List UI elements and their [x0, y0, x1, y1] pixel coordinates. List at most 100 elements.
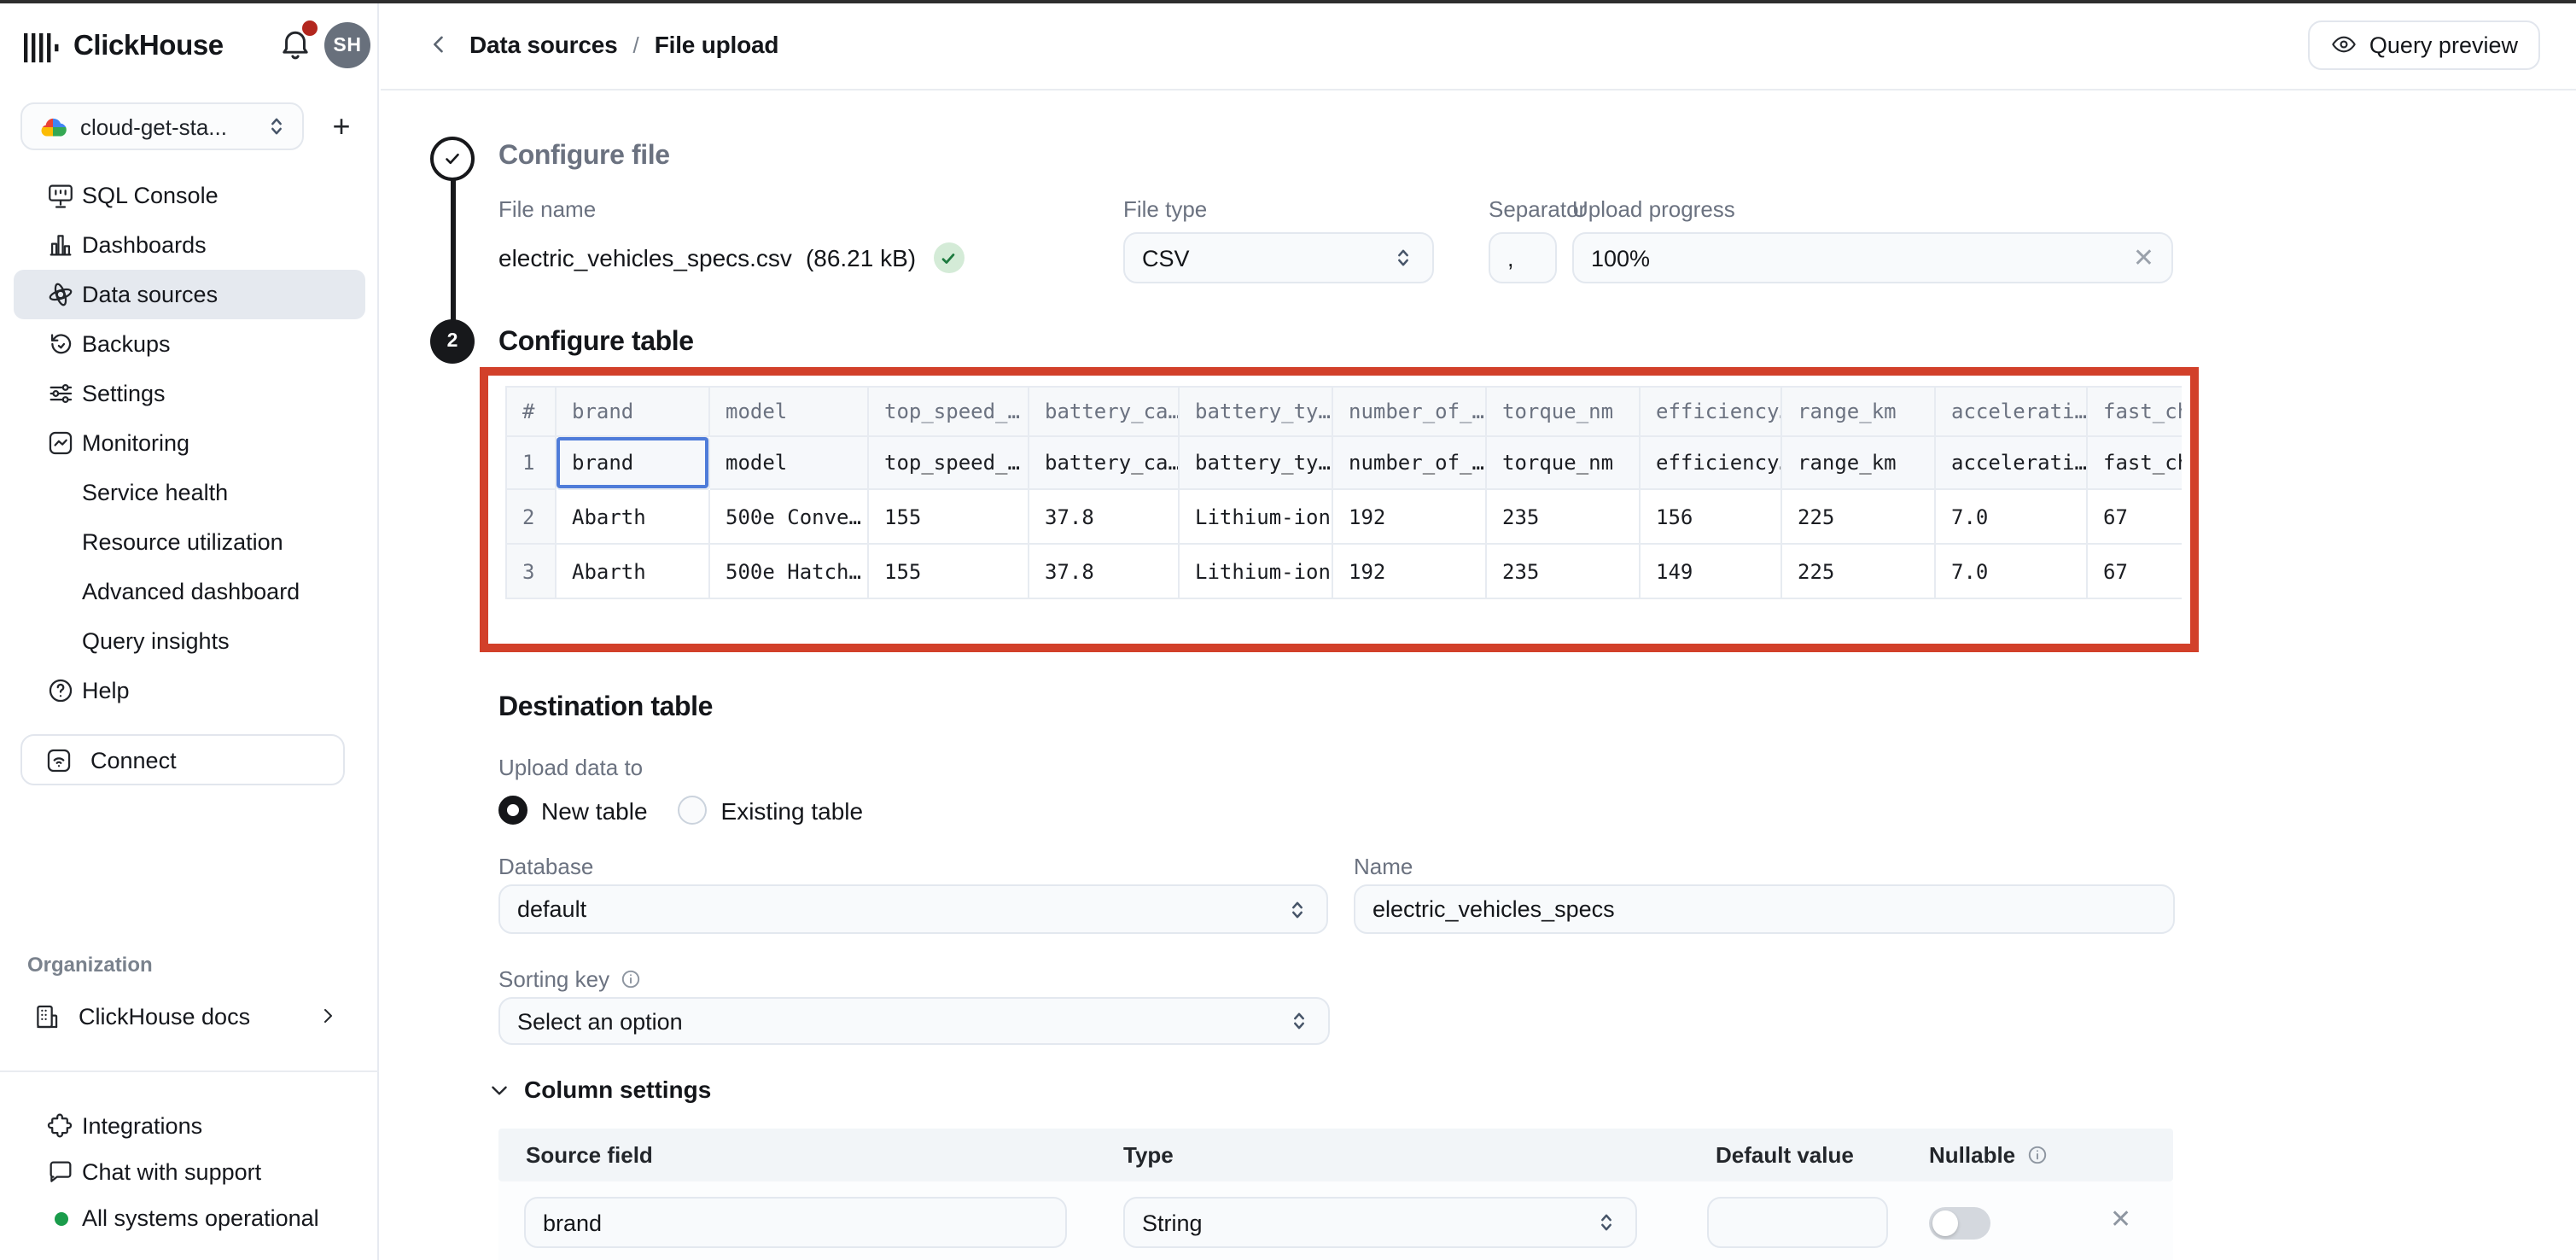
cell[interactable]: Lithium-ion [1180, 490, 1333, 545]
default-value-wrap [1707, 1197, 1888, 1248]
sidebar-item-label: Data sources [82, 282, 218, 307]
source-field-input[interactable] [526, 1199, 1065, 1246]
cell[interactable]: 67 [2088, 490, 2182, 545]
sql-console-icon [46, 181, 75, 210]
cell[interactable]: battery_ca… [1029, 437, 1180, 490]
sidebar-item-label: Resource utilization [82, 529, 283, 555]
table-name-input[interactable] [1355, 886, 2173, 932]
cell[interactable]: 192 [1333, 490, 1487, 545]
cell[interactable]: top_speed_… [869, 437, 1029, 490]
cell[interactable]: brand [557, 437, 710, 490]
sidebar-item-label: Chat with support [82, 1159, 261, 1185]
cell[interactable]: accelerati… [1936, 437, 2088, 490]
upload-progress-value: 100% [1591, 245, 1650, 271]
cell[interactable]: model [710, 437, 869, 490]
service-selector[interactable]: cloud-get-sta... [20, 102, 304, 150]
sidebar-item-advanced-dashboard[interactable]: Advanced dashboard [14, 567, 365, 616]
sidebar-item-integrations[interactable]: Integrations [14, 1103, 365, 1149]
cell[interactable]: 37.8 [1029, 545, 1180, 599]
default-value-input[interactable] [1709, 1199, 1886, 1246]
service-selector-value: cloud-get-sta... [80, 114, 265, 139]
configure-table-title: Configure table [498, 328, 694, 359]
breadcrumb-data-sources[interactable]: Data sources [469, 31, 617, 58]
cell[interactable]: 192 [1333, 545, 1487, 599]
cell[interactable]: 7.0 [1936, 545, 2088, 599]
sidebar-item-dashboards[interactable]: Dashboards [14, 220, 365, 270]
logo-text: ClickHouse [73, 31, 224, 63]
step-2-indicator: 2 [430, 319, 475, 364]
cell[interactable]: 155 [869, 545, 1029, 599]
type-select[interactable]: String [1123, 1197, 1637, 1248]
sidebar-item-clickhouse-docs[interactable]: ClickHouse docs [14, 995, 365, 1036]
column-settings-toggle[interactable]: Column settings [488, 1076, 711, 1103]
clickhouse-logo-icon [24, 32, 60, 62]
cell[interactable]: 37.8 [1029, 490, 1180, 545]
cell[interactable]: torque_nm [1487, 437, 1641, 490]
chevron-updown-icon [265, 114, 288, 138]
cell[interactable]: 235 [1487, 490, 1641, 545]
add-service-button[interactable]: + [318, 102, 365, 150]
close-icon[interactable]: ✕ [2133, 245, 2154, 271]
window-top-edge [0, 0, 2576, 3]
cell[interactable]: number_of_… [1333, 437, 1487, 490]
column-settings-header: Source field Type Default value Nullable [498, 1129, 2173, 1181]
eye-icon [2330, 31, 2357, 58]
radio-existing-table[interactable] [679, 796, 708, 825]
cell[interactable]: 67 [2088, 545, 2182, 599]
file-name-value: electric_vehicles_specs.csv [498, 244, 792, 271]
cell[interactable]: efficiency… [1641, 437, 1782, 490]
connect-button[interactable]: Connect [20, 734, 345, 785]
settings-icon [46, 379, 75, 408]
cell[interactable]: Lithium-ion [1180, 545, 1333, 599]
cell[interactable]: Abarth [557, 545, 710, 599]
cell[interactable]: Abarth [557, 490, 710, 545]
file-type-select[interactable]: CSV [1123, 232, 1434, 283]
cell[interactable]: 149 [1641, 545, 1782, 599]
separator-input[interactable]: , [1489, 232, 1557, 283]
sorting-key-select[interactable]: Select an option [498, 997, 1330, 1045]
info-icon[interactable] [2025, 1144, 2048, 1166]
cell[interactable]: 500e Hatch… [710, 545, 869, 599]
sidebar-item-service-health[interactable]: Service health [14, 468, 365, 517]
docs-label: ClickHouse docs [79, 1003, 250, 1029]
upload-progress-box: 100% ✕ [1572, 232, 2173, 283]
nullable-toggle[interactable] [1929, 1207, 1990, 1240]
cell[interactable]: 235 [1487, 545, 1641, 599]
chevron-right-icon [318, 1006, 338, 1026]
cell[interactable]: 500e Conve… [710, 490, 869, 545]
upload-data-to-label: Upload data to [498, 755, 643, 780]
query-preview-button[interactable]: Query preview [2308, 20, 2540, 69]
cell[interactable]: 225 [1782, 490, 1936, 545]
sidebar-item-data-sources[interactable]: Data sources [14, 270, 365, 319]
sidebar-item-label: Backups [82, 331, 171, 357]
sidebar-item-monitoring[interactable]: Monitoring [14, 418, 365, 468]
avatar[interactable]: SH [324, 22, 370, 68]
sidebar-footer: Integrations Chat with support All systems… [0, 1103, 379, 1241]
sorting-key-label: Sorting key [498, 966, 609, 992]
cell[interactable]: 156 [1641, 490, 1782, 545]
sidebar-item-resource-utilization[interactable]: Resource utilization [14, 517, 365, 567]
sidebar-item-backups[interactable]: Backups [14, 319, 365, 369]
database-select[interactable]: default [498, 884, 1328, 934]
cell[interactable]: 155 [869, 490, 1029, 545]
main-content: 2 Configure file File name electric_vehi… [381, 92, 2576, 1260]
sidebar-item-query-insights[interactable]: Query insights [14, 616, 365, 666]
info-icon[interactable] [620, 968, 642, 990]
notifications-bell-icon[interactable] [277, 24, 314, 65]
sidebar-item-chat-with-support[interactable]: Chat with support [14, 1149, 365, 1195]
docs-building-icon [32, 1001, 61, 1030]
cell[interactable]: battery_ty… [1180, 437, 1333, 490]
sidebar-item-settings[interactable]: Settings [14, 369, 365, 418]
destination-table-title: Destination table [498, 693, 713, 724]
sidebar-item-sql-console[interactable]: SQL Console [14, 171, 365, 220]
back-chevron-icon[interactable] [427, 32, 451, 56]
sidebar-item-all-systems-operational[interactable]: All systems operational [14, 1195, 365, 1241]
cell[interactable]: range_km [1782, 437, 1936, 490]
table-name-label: Name [1354, 854, 1413, 879]
cell[interactable]: 225 [1782, 545, 1936, 599]
cell[interactable]: 7.0 [1936, 490, 2088, 545]
sidebar-item-help[interactable]: Help [14, 666, 365, 715]
cell[interactable]: fast_cha [2088, 437, 2182, 490]
remove-column-icon[interactable]: ✕ [2110, 1207, 2131, 1233]
radio-new-table[interactable] [498, 796, 527, 825]
